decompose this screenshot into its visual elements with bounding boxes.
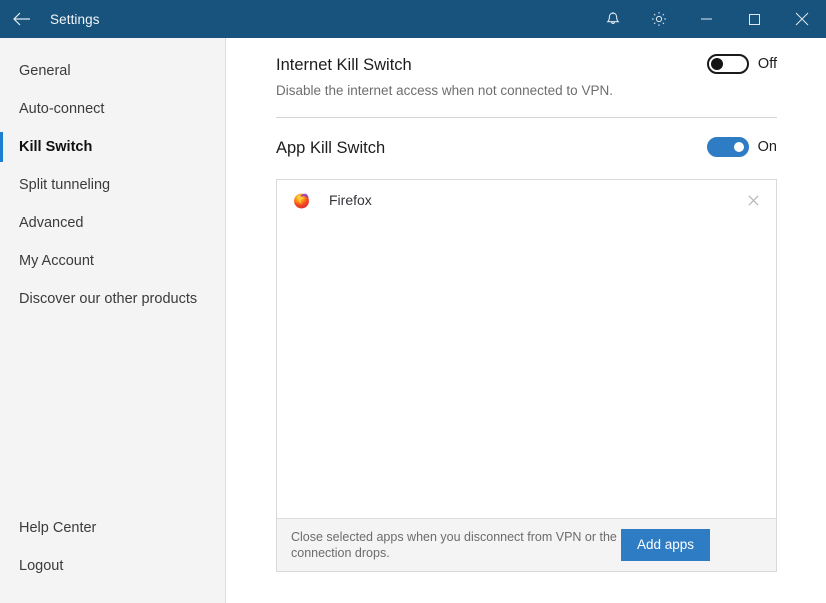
sidebar-bottom-nav: Help Center Logout [0, 509, 226, 585]
internet-kill-switch-text: Internet Kill Switch Disable the interne… [276, 54, 613, 100]
list-item[interactable]: Firefox [277, 180, 776, 220]
internet-kill-switch-section: Internet Kill Switch Disable the interne… [276, 54, 777, 100]
internet-kill-switch-toggle[interactable]: Off [706, 54, 777, 74]
minimize-button[interactable] [682, 0, 730, 38]
sidebar-item-help-center[interactable]: Help Center [0, 509, 226, 547]
sidebar-item-label: My Account [19, 253, 94, 269]
sidebar-item-label: General [19, 63, 71, 79]
minimize-icon [700, 13, 713, 25]
settings-window: Settings General Auto-connect Kill Switc… [0, 0, 826, 603]
sidebar-item-label: Advanced [19, 215, 84, 231]
sidebar-item-label: Help Center [19, 520, 97, 536]
internet-kill-switch-header: Internet Kill Switch Disable the interne… [276, 54, 777, 100]
toggle-state-label: Off [757, 56, 777, 72]
settings-button[interactable] [636, 0, 682, 38]
arrow-left-icon [13, 12, 31, 26]
gear-icon [650, 10, 668, 28]
sidebar-item-label: Discover our other products [19, 291, 198, 307]
toggle-knob [710, 58, 723, 70]
maximize-icon [748, 13, 761, 26]
window-title: Settings [50, 11, 100, 27]
section-divider [276, 117, 777, 118]
maximize-button[interactable] [730, 0, 778, 38]
sidebar-item-label: Split tunneling [19, 177, 111, 193]
notifications-button[interactable] [590, 0, 636, 38]
sidebar-item-general[interactable]: General [0, 52, 226, 90]
app-name: Firefox [329, 192, 372, 208]
sidebar: General Auto-connect Kill Switch Split t… [0, 38, 226, 603]
sidebar-item-advanced[interactable]: Advanced [0, 204, 226, 242]
toggle-track[interactable] [706, 54, 749, 74]
bell-icon [605, 11, 621, 28]
sidebar-item-label: Kill Switch [19, 139, 93, 155]
section-title: App Kill Switch [276, 139, 386, 157]
app-kill-switch-section: App Kill Switch On [276, 137, 777, 159]
sidebar-item-label: Auto-connect [19, 101, 105, 117]
section-description: Disable the internet access when not con… [276, 83, 613, 98]
app-list-footer-text: Close selected apps when you disconnect … [291, 530, 617, 560]
content-area: Internet Kill Switch Disable the interne… [227, 38, 826, 603]
sidebar-item-kill-switch[interactable]: Kill Switch [0, 128, 226, 166]
add-apps-button[interactable]: Add apps [621, 529, 711, 561]
firefox-icon [292, 191, 310, 209]
app-kill-switch-header: App Kill Switch On [276, 137, 777, 159]
app-kill-switch-toggle[interactable]: On [706, 137, 777, 157]
toggle-state-label: On [757, 139, 777, 155]
app-list-footer: Close selected apps when you disconnect … [277, 518, 776, 571]
close-button[interactable] [778, 0, 826, 38]
sidebar-item-split-tunneling[interactable]: Split tunneling [0, 166, 226, 204]
remove-app-button[interactable] [744, 191, 762, 209]
title-bar: Settings [0, 0, 826, 38]
sidebar-item-my-account[interactable]: My Account [0, 242, 226, 280]
sidebar-nav: General Auto-connect Kill Switch Split t… [0, 52, 226, 318]
sidebar-item-label: Logout [19, 558, 64, 574]
toggle-track[interactable] [706, 137, 749, 157]
sidebar-item-logout[interactable]: Logout [0, 547, 226, 585]
close-icon [795, 12, 809, 26]
toggle-knob [733, 142, 744, 152]
sidebar-item-auto-connect[interactable]: Auto-connect [0, 90, 226, 128]
section-title: Internet Kill Switch [276, 56, 412, 74]
app-list-panel: Firefox Close selected apps when you dis… [276, 179, 777, 572]
back-button[interactable] [0, 0, 44, 38]
app-list: Firefox [277, 180, 776, 518]
sidebar-item-discover-products[interactable]: Discover our other products [0, 280, 226, 318]
